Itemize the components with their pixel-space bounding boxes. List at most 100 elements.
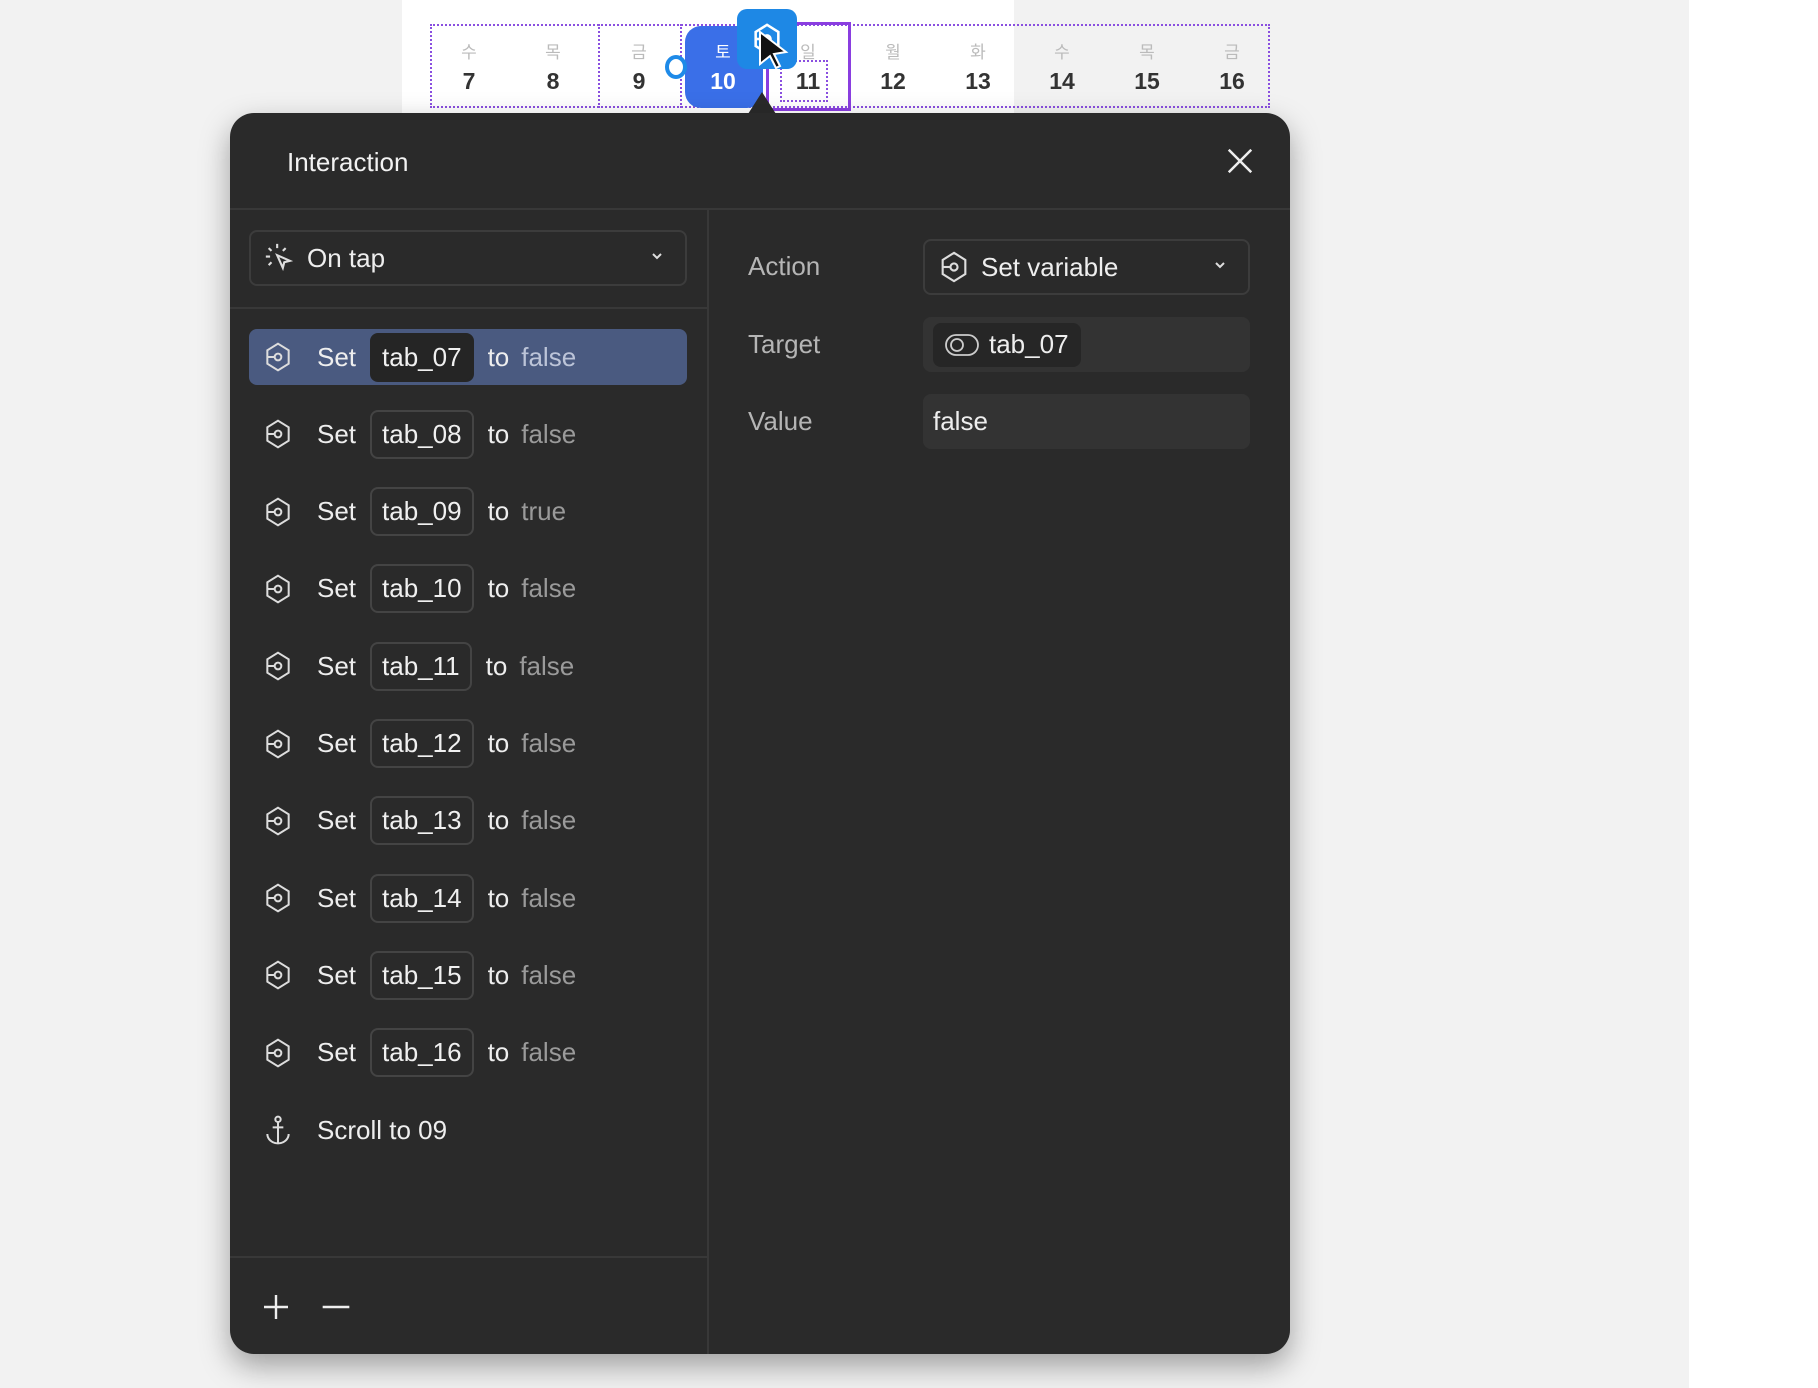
- action-to: to: [487, 496, 510, 527]
- date-number: 14: [1049, 68, 1075, 94]
- icon-wrap: [261, 572, 295, 606]
- date-number: 13: [965, 68, 991, 94]
- action-row[interactable]: Set tab_15 to false: [249, 947, 687, 1003]
- action-label: Action: [748, 251, 821, 281]
- action-verb: Set: [317, 341, 357, 372]
- weekday-label: 수: [1054, 43, 1070, 62]
- set-variable-icon: [266, 574, 290, 604]
- panel-title: Interaction: [287, 147, 409, 177]
- date-tab[interactable]: 금 16: [1190, 24, 1274, 108]
- icon-wrap: [261, 495, 295, 529]
- date-tab[interactable]: 수7: [427, 24, 511, 108]
- action-to: to: [485, 650, 508, 681]
- action-dropdown[interactable]: Set variable: [923, 239, 1250, 295]
- target-field[interactable]: tab_07: [923, 317, 1250, 372]
- date-tab[interactable]: 목8: [511, 24, 595, 108]
- column-divider: [707, 210, 709, 1354]
- interaction-panel: Interaction On tap Set tab_07 to false Set ta…: [230, 113, 1290, 1354]
- action-to: to: [487, 1037, 510, 1068]
- action-row[interactable]: Set tab_14 to false: [249, 870, 687, 926]
- trigger-dropdown[interactable]: On tap: [249, 230, 687, 286]
- set-variable-icon: [266, 728, 290, 759]
- action-verb: Set: [317, 728, 357, 758]
- action-verb: Set: [317, 418, 357, 449]
- action-row[interactable]: Set tab_08 to false: [249, 406, 687, 462]
- action-to: to: [487, 573, 510, 604]
- action-value: Set variable: [981, 251, 1119, 282]
- date-tab[interactable]: 목 15: [1105, 24, 1189, 108]
- target-variable-pill[interactable]: tab_07: [933, 322, 1081, 367]
- trigger-divider: [230, 307, 707, 309]
- weekday-label: 월: [885, 43, 901, 62]
- set-variable-icon: [266, 497, 290, 527]
- icon-wrap: [261, 727, 295, 761]
- variable-chip: tab_11: [370, 641, 472, 691]
- target-label: Target: [748, 329, 821, 359]
- icon-wrap: [261, 958, 295, 992]
- date-tab[interactable]: 월 12: [851, 24, 935, 108]
- date-number: 8: [546, 68, 560, 94]
- variable-chip: tab_13: [370, 796, 474, 846]
- action-verb: Set: [317, 1037, 357, 1068]
- action-row[interactable]: Set tab_07 to false: [249, 329, 687, 385]
- weekday-label: 목: [1139, 43, 1155, 62]
- date-tab[interactable]: 화 13: [936, 24, 1020, 108]
- action-row[interactable]: Set tab_11 to false: [249, 638, 687, 694]
- set-variable-icon: [941, 251, 967, 283]
- action-row[interactable]: Set tab_09 to true: [249, 484, 687, 540]
- action-row[interactable]: Set tab_12 to false: [249, 716, 687, 772]
- action-to: to: [487, 341, 510, 372]
- icon-wrap: [261, 881, 295, 915]
- action-row[interactable]: Set tab_10 to false: [249, 561, 687, 617]
- action-value: false: [521, 728, 577, 758]
- action-label: Scroll to 09: [317, 1114, 448, 1145]
- value-text: false: [933, 406, 988, 436]
- variable-chip: tab_10: [370, 564, 474, 614]
- action-verb: Set: [317, 573, 357, 604]
- action-value: true: [521, 496, 567, 527]
- variable-chip: tab_16: [370, 1028, 474, 1078]
- connection-handle[interactable]: [665, 55, 687, 79]
- action-value: false: [521, 1037, 577, 1068]
- icon-wrap: [261, 1113, 295, 1147]
- add-action-button[interactable]: [260, 1291, 292, 1323]
- action-row[interactable]: Set tab_16 to false: [249, 1025, 687, 1081]
- weekday-label: 금: [1224, 43, 1240, 62]
- variable-chip: tab_12: [370, 719, 474, 768]
- variable-chip: tab_14: [370, 873, 474, 923]
- date-tab[interactable]: 수 14: [1020, 24, 1104, 108]
- variable-chip: tab_09: [370, 487, 474, 537]
- date-number: 12: [880, 68, 906, 94]
- action-value: false: [519, 650, 575, 681]
- variable-chip: tab_07: [370, 332, 474, 382]
- variable-chip: tab_08: [370, 409, 474, 459]
- icon-wrap: [261, 649, 295, 683]
- remove-action-button[interactable]: [320, 1291, 352, 1323]
- variable-chip: tab_15: [370, 950, 474, 1000]
- close-icon[interactable]: [1225, 146, 1255, 176]
- action-verb: Set: [317, 882, 357, 913]
- toggle-variable-icon: [945, 333, 979, 356]
- trigger-label: On tap: [307, 242, 386, 273]
- icon-wrap: [261, 340, 295, 374]
- value-input[interactable]: false: [923, 394, 1250, 449]
- header-divider: [230, 208, 1290, 210]
- action-verb: Set: [317, 805, 357, 836]
- canvas-edge: [1689, 0, 1818, 1388]
- set-variable-icon: [266, 883, 290, 913]
- set-variable-icon: [266, 806, 290, 836]
- action-value: false: [521, 573, 577, 604]
- set-variable-icon: [266, 1038, 290, 1068]
- action-value: false: [521, 418, 577, 449]
- mouse-cursor-icon: [759, 30, 789, 70]
- action-to: to: [487, 882, 510, 913]
- scroll-action-row[interactable]: Scroll to 09: [249, 1102, 687, 1158]
- target-value: tab_07: [989, 329, 1069, 359]
- icon-wrap: [261, 804, 295, 838]
- anchor-icon: [266, 1115, 290, 1145]
- action-row[interactable]: Set tab_13 to false: [249, 793, 687, 849]
- action-value: false: [521, 341, 577, 372]
- set-variable-icon: [266, 342, 290, 372]
- action-to: to: [487, 805, 510, 836]
- icon-wrap: [261, 417, 295, 451]
